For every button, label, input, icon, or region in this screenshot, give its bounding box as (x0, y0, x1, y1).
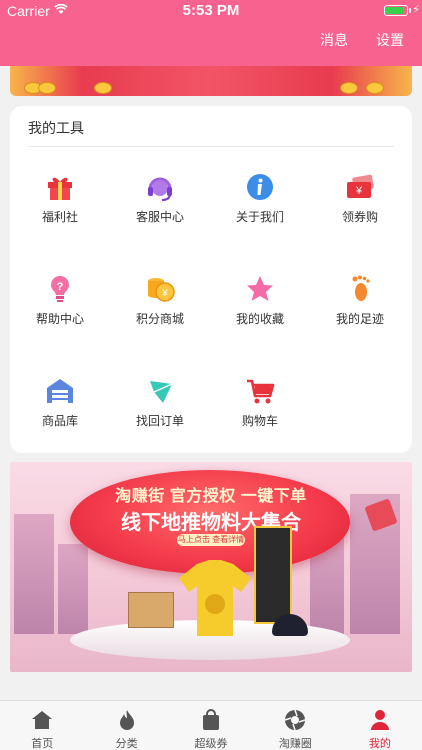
tool-label: 购物车 (241, 414, 278, 428)
poster-decoration (254, 526, 292, 624)
charging-bolt-icon: ⚡ (412, 4, 420, 16)
tool-label: 我的收藏 (235, 312, 284, 326)
tab-home[interactable]: 首页 (0, 701, 84, 750)
shirt-decoration (179, 560, 251, 636)
status-bar: Carrier 5:53 PM ⚡ (0, 0, 422, 22)
gift-icon (48, 177, 72, 200)
tool-points-mall[interactable]: ¥ 积分商城 (110, 274, 210, 344)
promo-headline: 淘赚街 官方授权 一键下单 (115, 488, 307, 505)
tool-coupons[interactable]: ¥ 领券购 (310, 172, 410, 242)
cap-decoration (272, 614, 308, 636)
tab-label: 首页 (31, 738, 54, 750)
flame-icon (119, 710, 134, 730)
headset-icon (148, 177, 172, 201)
tab-label: 我的 (368, 738, 391, 750)
tab-mine[interactable]: 我的 (338, 701, 422, 750)
my-tools-card: 我的工具 福利社 客服中心 关于我们 ¥ 领券购 ? 帮助中心 ¥ 积分商城 我… (10, 106, 412, 453)
tool-label: 客服中心 (135, 210, 184, 224)
battery-tip (409, 8, 411, 13)
coin-decoration (94, 82, 112, 94)
recover-order-icon (150, 381, 173, 403)
battery-icon (384, 5, 408, 16)
top-promo-banner[interactable] (10, 66, 412, 96)
tool-welfare[interactable]: 福利社 (10, 172, 110, 242)
battery-level (386, 7, 404, 14)
tab-category[interactable]: 分类 (84, 701, 168, 750)
warehouse-icon (47, 379, 73, 403)
tool-recover-order[interactable]: 找回订单 (110, 376, 210, 446)
coupon-icon: ¥ (347, 174, 374, 198)
tool-footprints[interactable]: 我的足迹 (310, 274, 410, 344)
settings-button[interactable]: 设置 (376, 30, 404, 58)
tab-label: 超级券 (194, 738, 228, 750)
tool-favorites[interactable]: 我的收藏 (210, 274, 310, 344)
points-coins-icon: ¥ (148, 278, 175, 302)
messages-button[interactable]: 消息 (320, 30, 348, 58)
footprint-icon (352, 275, 370, 301)
bottom-tab-bar: 首页 分类 超级券 淘赚圈 我的 (0, 700, 422, 750)
bag-icon (203, 709, 220, 730)
tool-help-center[interactable]: ? 帮助中心 (10, 274, 110, 344)
home-icon (32, 711, 53, 729)
promo-title: 线下地推物料大集合 (121, 512, 301, 534)
tool-label: 领券购 (341, 210, 378, 224)
tool-label: 帮助中心 (35, 312, 84, 326)
svg-text:¥: ¥ (161, 288, 168, 299)
svg-text:¥: ¥ (355, 185, 363, 197)
tab-label: 淘赚圈 (278, 738, 312, 750)
star-icon (247, 276, 273, 301)
coin-decoration (366, 82, 384, 94)
tool-label: 关于我们 (235, 210, 284, 224)
tool-customer-service[interactable]: 客服中心 (110, 172, 210, 242)
tool-shopping-cart[interactable]: 购物车 (210, 376, 310, 446)
promo-banner[interactable]: 淘赚街 官方授权 一键下单 线下地推物料大集合 马上点击 查看详情 (10, 462, 412, 672)
tool-product-library[interactable]: 商品库 (10, 376, 110, 446)
user-icon (370, 710, 389, 730)
tab-earn-circle[interactable]: 淘赚圈 (253, 701, 337, 750)
coin-decoration (38, 82, 56, 94)
clock: 5:53 PM (182, 2, 240, 19)
aperture-icon (285, 709, 306, 731)
building-decoration (58, 544, 88, 634)
tab-super-coupon[interactable]: 超级券 (169, 701, 253, 750)
tool-label: 商品库 (41, 414, 78, 428)
tab-label: 分类 (115, 738, 138, 750)
help-icon: ? (51, 276, 69, 302)
tool-label: 积分商城 (135, 312, 184, 326)
tool-label: 找回订单 (135, 414, 184, 428)
tool-label: 福利社 (41, 210, 78, 224)
svg-text:?: ? (57, 281, 64, 293)
divider (28, 146, 394, 147)
tool-label: 我的足迹 (335, 312, 384, 326)
nav-actions: 消息 设置 (320, 30, 422, 58)
promo-cta[interactable]: 马上点击 查看详情 (177, 534, 245, 546)
tool-about-us[interactable]: 关于我们 (210, 172, 310, 242)
tools-title: 我的工具 (28, 120, 84, 136)
top-nav-bar: Carrier 5:53 PM ⚡ 消息 设置 (0, 0, 422, 66)
coin-decoration (340, 82, 358, 94)
boxes-decoration (128, 592, 174, 628)
info-icon (247, 174, 273, 200)
cart-icon (247, 379, 275, 404)
